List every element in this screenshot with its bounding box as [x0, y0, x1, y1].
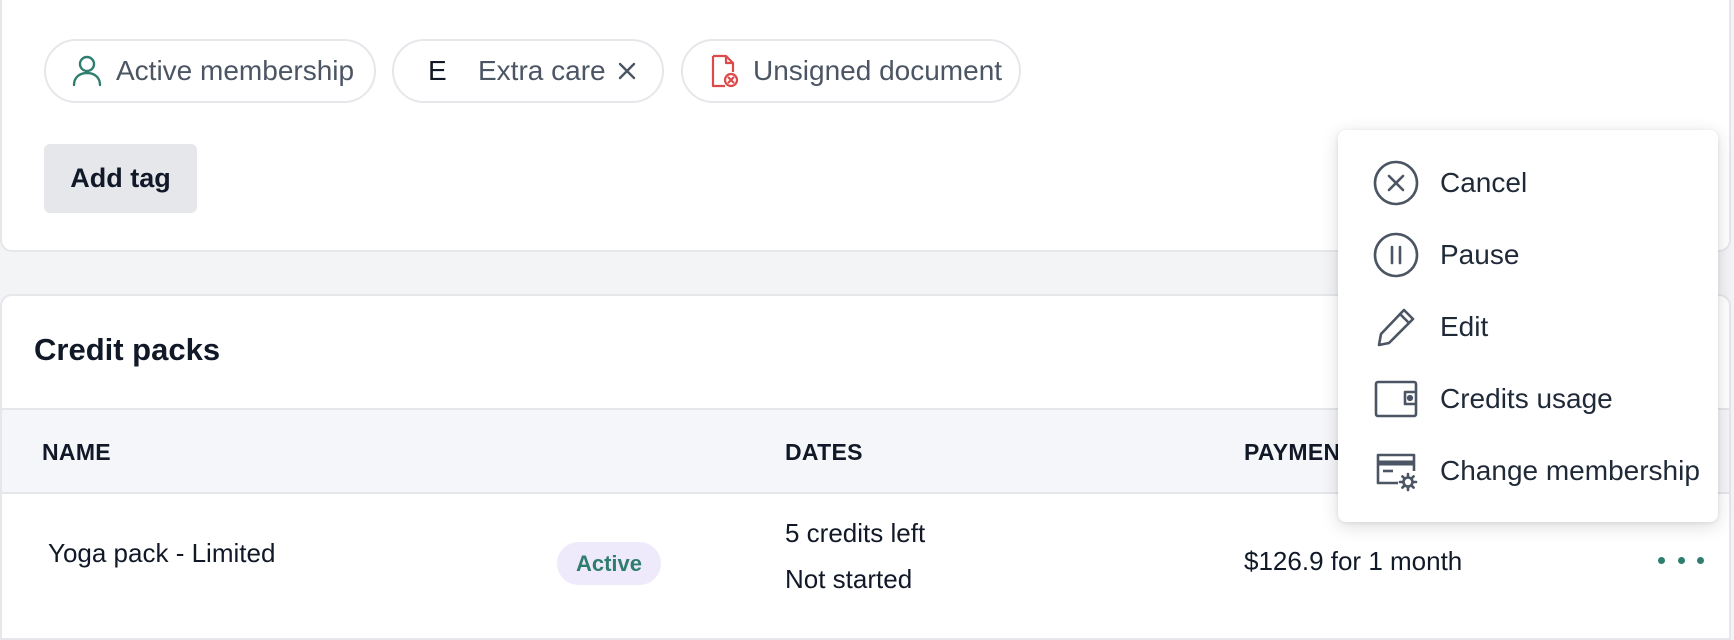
menu-item-label: Cancel	[1440, 167, 1528, 198]
pack-name: Yoga pack - Limited	[48, 538, 276, 568]
pause-circle-icon	[1372, 231, 1420, 279]
menu-item-label: Edit	[1440, 311, 1489, 342]
dot-icon	[1658, 556, 1665, 564]
tag-label: Unsigned document	[753, 55, 1003, 86]
tag-chip-unsigned-document[interactable]: Unsigned document	[681, 39, 1021, 103]
start-status: Not started	[785, 564, 913, 594]
close-icon[interactable]	[618, 55, 636, 87]
column-header-dates: DATES	[785, 439, 863, 465]
user-icon	[72, 55, 102, 87]
tag-label: Active membership	[116, 55, 355, 86]
menu-item-change-membership[interactable]: Change membership	[1338, 438, 1718, 504]
column-header-name: NAME	[42, 439, 111, 465]
menu-item-pause[interactable]: Pause	[1338, 222, 1718, 288]
status-badge: Active	[557, 542, 661, 585]
menu-item-label: Pause	[1440, 239, 1520, 270]
dot-icon	[1697, 556, 1704, 564]
menu-item-credits-usage[interactable]: Credits usage	[1338, 366, 1718, 432]
cancel-circle-icon	[1372, 159, 1420, 207]
tag-chip-active-membership[interactable]: Active membership	[44, 39, 376, 103]
menu-item-edit[interactable]: Edit	[1338, 294, 1718, 360]
more-actions-button[interactable]	[1658, 546, 1704, 574]
dot-icon	[1677, 556, 1685, 564]
pencil-icon	[1372, 303, 1420, 351]
menu-item-cancel[interactable]: Cancel	[1338, 150, 1718, 216]
menu-item-label: Credits usage	[1440, 383, 1613, 414]
actions-menu: Cancel Pause Edit Credits usage Change m…	[1338, 130, 1718, 522]
payment-amount: $126.9 for 1 month	[1244, 546, 1463, 576]
menu-item-label: Change membership	[1440, 455, 1700, 486]
column-header-payment: PAYMEN	[1244, 439, 1341, 465]
tag-chip-extra-care[interactable]: E Extra care	[392, 39, 664, 103]
tag-label: Extra care	[478, 55, 606, 86]
tag-letter: E	[428, 55, 447, 86]
document-error-icon	[709, 54, 739, 88]
page: Active membership E Extra care Unsigned …	[0, 0, 1734, 640]
add-tag-button[interactable]: Add tag	[44, 144, 197, 213]
section-title: Credit packs	[34, 332, 221, 367]
card-settings-icon	[1372, 447, 1420, 495]
wallet-icon	[1372, 375, 1420, 423]
credits-left: 5 credits left	[785, 518, 926, 548]
